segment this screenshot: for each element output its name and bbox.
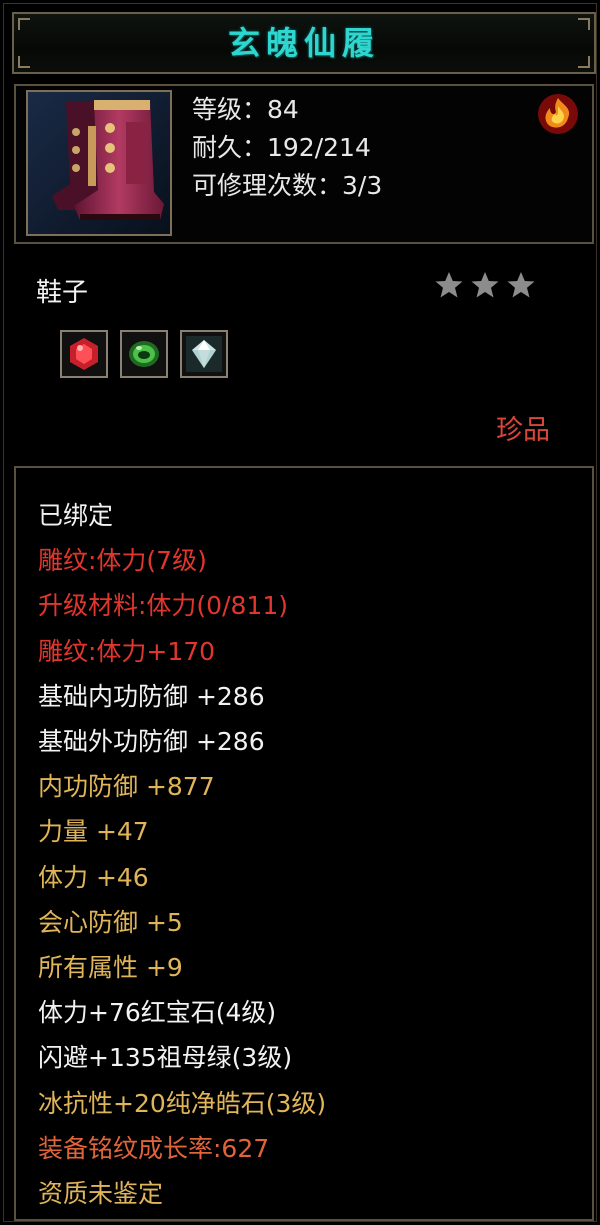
attribute-line: 所有属性 +9 bbox=[38, 953, 183, 982]
attribute-line: 闪避+135祖母绿(3级) bbox=[38, 1043, 293, 1073]
attribute-line: 基础外功防御 +286 bbox=[38, 727, 265, 756]
attribute-line: 已绑定 bbox=[38, 501, 114, 530]
gem-sockets bbox=[60, 330, 228, 378]
star-icon bbox=[435, 272, 463, 298]
item-name: 玄魄仙履 bbox=[227, 24, 380, 62]
boots-item-icon bbox=[26, 90, 172, 236]
star-icon bbox=[507, 272, 535, 298]
attribute-line: 体力+76红宝石(4级) bbox=[38, 998, 277, 1028]
item-type: 鞋子 bbox=[36, 278, 89, 308]
diamond-gem-icon[interactable] bbox=[180, 330, 228, 378]
star-icon bbox=[471, 272, 499, 298]
ruby-gem-icon[interactable] bbox=[60, 330, 108, 378]
star-rating bbox=[434, 270, 544, 306]
title-bar: 玄魄仙履 bbox=[12, 12, 596, 74]
attribute-line: 升级材料:体力(0/811) bbox=[38, 591, 288, 621]
attribute-line: 基础内功防御 +286 bbox=[38, 681, 265, 711]
item-repair-count: 可修理次数：3/3 bbox=[192, 171, 383, 200]
attribute-line: 装备铭纹成长率:627 bbox=[38, 1133, 270, 1163]
rarity-label: 珍品 bbox=[496, 415, 550, 446]
item-durability: 耐久：192/214 bbox=[192, 133, 371, 162]
attribute-line: 体力 +46 bbox=[38, 862, 149, 892]
attribute-line: 冰抗性+20纯净皓石(3级) bbox=[38, 1088, 327, 1118]
attribute-line: 内功防御 +877 bbox=[38, 772, 215, 802]
attribute-line: 力量 +47 bbox=[38, 817, 149, 847]
fire-emblem-icon bbox=[538, 94, 578, 134]
attribute-line: 雕纹:体力+170 bbox=[38, 636, 216, 666]
emerald-gem-icon[interactable] bbox=[120, 330, 168, 378]
attribute-line: 雕纹:体力(7级) bbox=[38, 546, 207, 576]
attribute-line: 会心防御 +5 bbox=[38, 907, 183, 937]
item-tooltip-panel: 玄魄仙履 等级：84 耐久：192/214 可修理次数：3/3 鞋子 珍品 已绑… bbox=[3, 3, 597, 1222]
item-level: 等级：84 bbox=[192, 95, 299, 124]
attribute-line: 资质未鉴定 bbox=[38, 1179, 164, 1208]
